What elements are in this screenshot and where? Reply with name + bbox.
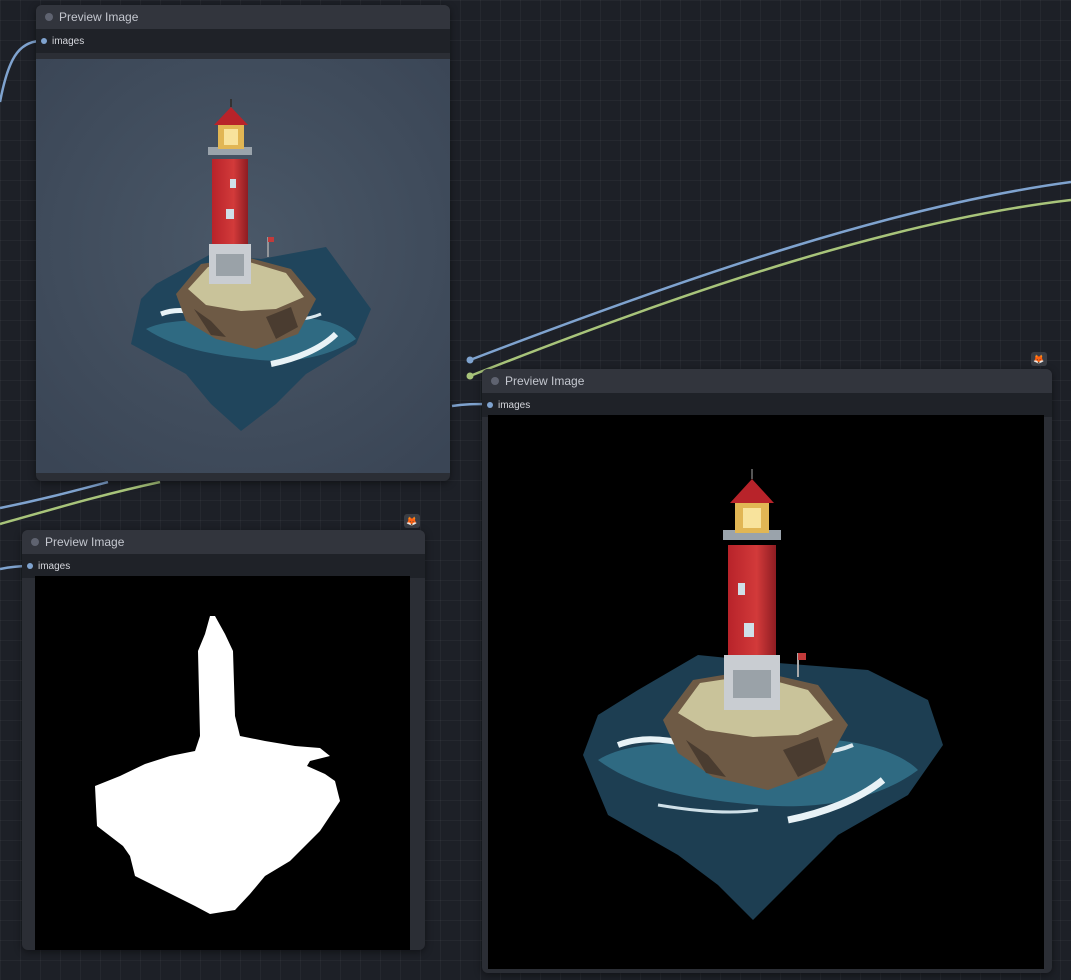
fox-icon: 🦊 (404, 514, 420, 528)
preview-image (488, 415, 1044, 969)
preview-image (36, 59, 450, 473)
reroute-point[interactable] (466, 356, 474, 364)
input-slot-images[interactable]: images (36, 29, 450, 53)
mask-preview-image (35, 576, 410, 950)
input-slot-images[interactable]: images (22, 554, 425, 578)
collapse-dot-icon[interactable] (31, 538, 39, 546)
link-mask-out (469, 198, 1071, 378)
input-socket-icon[interactable] (41, 38, 47, 44)
slot-label: images (498, 399, 531, 411)
collapse-dot-icon[interactable] (45, 13, 53, 21)
node-title: Preview Image (45, 535, 125, 549)
link-image-out (469, 180, 1071, 362)
reroute-point[interactable] (466, 372, 474, 380)
node-header[interactable]: Preview Image (36, 5, 450, 29)
link-mask-from-node1 (0, 480, 161, 526)
input-slot-images[interactable]: images (482, 393, 1052, 417)
preview-image-node[interactable]: Preview Image images (36, 5, 450, 481)
fox-icon: 🦊 (1031, 352, 1047, 366)
node-title: Preview Image (505, 374, 585, 388)
preview-image-node[interactable]: Preview Image images (482, 369, 1052, 973)
preview-image-node[interactable]: Preview Image images (22, 530, 425, 950)
node-header[interactable]: Preview Image (482, 369, 1052, 393)
collapse-dot-icon[interactable] (491, 377, 499, 385)
slot-label: images (52, 35, 85, 47)
slot-label: images (38, 560, 71, 572)
link-images-to-node1 (0, 39, 41, 103)
input-socket-icon[interactable] (487, 402, 493, 408)
node-header[interactable]: Preview Image (22, 530, 425, 554)
node-title: Preview Image (59, 10, 139, 24)
link-images-from-node1 (0, 480, 109, 510)
input-socket-icon[interactable] (27, 563, 33, 569)
